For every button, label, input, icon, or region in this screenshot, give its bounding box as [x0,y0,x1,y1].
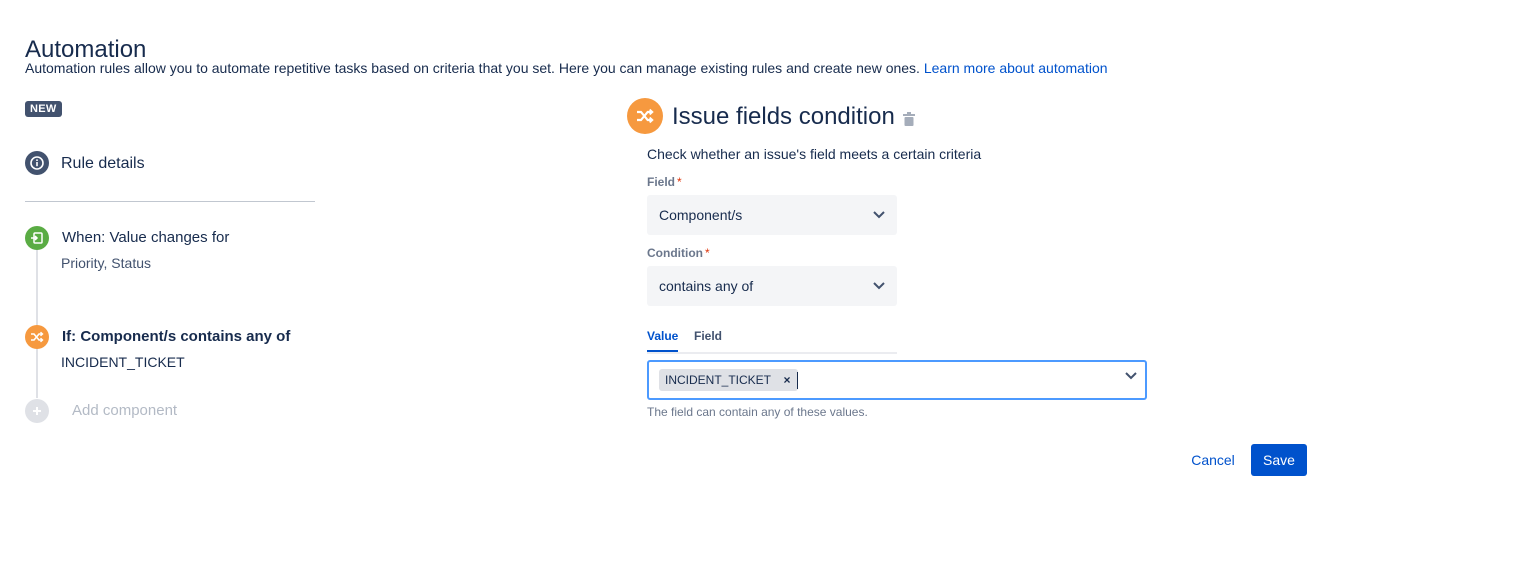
tab-value[interactable]: Value [647,329,678,343]
condition-select[interactable]: contains any of [647,266,897,306]
text-caret [797,372,798,389]
save-button[interactable]: Save [1251,444,1307,476]
plus-icon [25,399,49,423]
trigger-step[interactable]: When: Value changes for Priority, Status [25,226,325,276]
condition-label: Condition * [647,246,710,260]
shuffle-icon [627,98,663,134]
chevron-down-icon[interactable] [1125,372,1137,380]
page-description: Automation rules allow you to automate r… [25,60,1108,76]
page-description-text: Automation rules allow you to automate r… [25,60,920,76]
sidebar-divider [25,201,315,202]
active-tab-indicator [647,350,678,352]
panel-title: Issue fields condition [672,103,895,130]
field-select-value: Component/s [659,207,743,223]
condition-label-text: Condition [647,246,703,260]
rule-details-item[interactable]: Rule details [25,151,315,177]
required-asterisk: * [677,175,682,189]
close-icon[interactable]: × [782,373,792,387]
info-icon [25,151,49,175]
panel-description: Check whether an issue's field meets a c… [647,146,982,162]
trigger-icon [25,226,49,250]
shuffle-icon [25,325,49,349]
trigger-step-subtitle: Priority, Status [61,255,151,271]
field-label-text: Field [647,175,676,189]
field-select[interactable]: Component/s [647,195,897,235]
condition-select-value: contains any of [659,278,754,294]
values-multiselect[interactable]: INCIDENT_TICKET × [647,360,1147,400]
tab-field[interactable]: Field [694,329,722,343]
learn-more-link[interactable]: Learn more about automation [924,60,1108,76]
new-badge: NEW [25,101,62,117]
add-component-label: Add component [72,402,178,419]
selected-value-chip: INCIDENT_TICKET × [659,369,799,391]
trigger-step-title: When: Value changes for [62,229,230,246]
rule-details-label: Rule details [61,155,145,172]
chip-label: INCIDENT_TICKET [665,373,772,387]
chevron-down-icon [873,211,885,219]
condition-step[interactable]: If: Component/s contains any of INCIDENT… [25,325,325,375]
field-label: Field * [647,175,682,189]
add-component-item[interactable]: Add component [25,399,325,423]
condition-step-title: If: Component/s contains any of [62,328,291,345]
helper-text: The field can contain any of these value… [647,405,868,419]
condition-step-subtitle: INCIDENT_TICKET [61,354,185,370]
trash-icon[interactable] [902,111,916,127]
chevron-down-icon [873,282,885,290]
value-type-tabs: Value Field [647,327,897,354]
required-asterisk: * [704,246,710,260]
cancel-button[interactable]: Cancel [1180,444,1246,476]
